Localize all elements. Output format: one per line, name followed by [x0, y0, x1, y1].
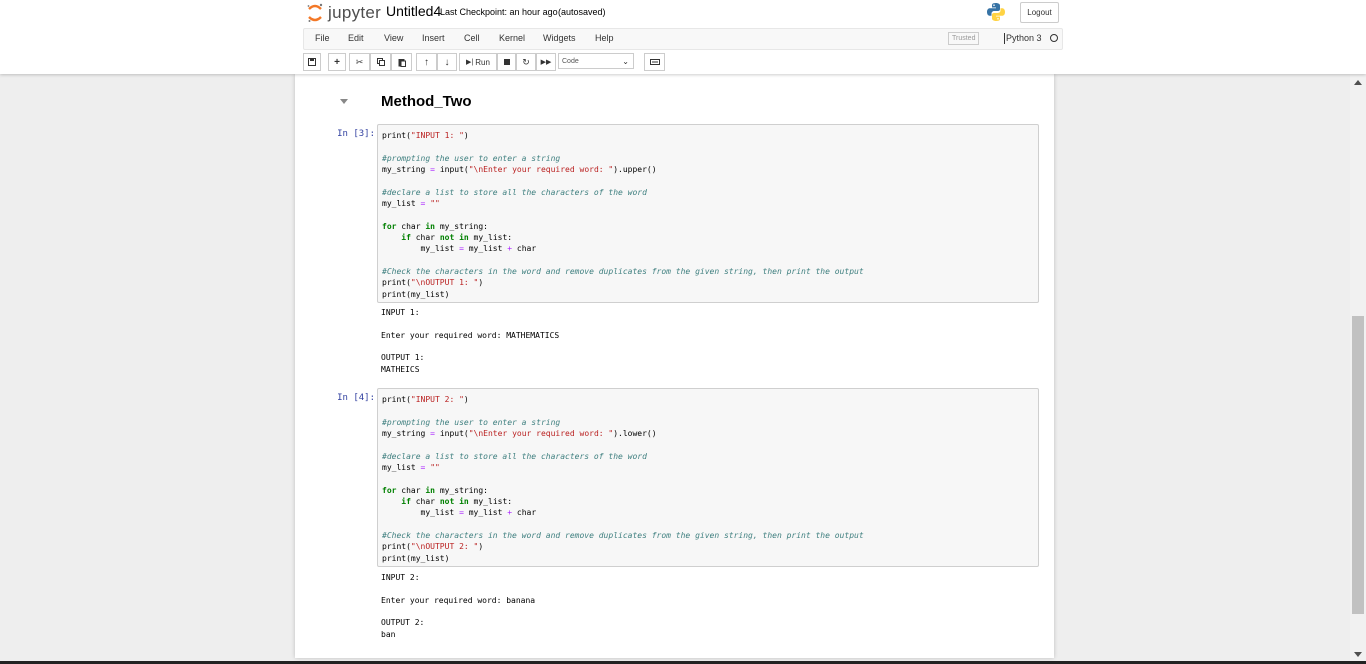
step-forward-icon: ▶| [466, 59, 474, 66]
scissors-icon: ✂ [355, 56, 364, 67]
code-editor[interactable]: print("INPUT 2: ") #prompting the user t… [377, 388, 1039, 567]
copy-icon [376, 58, 385, 66]
run-button[interactable]: ▶| Run [459, 53, 497, 71]
menu-cell[interactable]: Cell [464, 33, 480, 43]
header-container: jupyter Untitled4 Last Checkpoint: an ho… [303, 0, 1063, 28]
plus-icon: + [334, 56, 340, 68]
stop-icon [503, 59, 510, 65]
input-prompt: In [4]: [337, 393, 375, 403]
trusted-indicator[interactable]: Trusted [948, 32, 980, 45]
notebook-header: jupyter Untitled4 Last Checkpoint: an ho… [0, 0, 1366, 74]
menu-view[interactable]: View [384, 33, 403, 43]
cut-button[interactable]: ✂ [349, 53, 370, 71]
copy-button[interactable] [370, 53, 391, 71]
cell-output: INPUT 2: Enter your required word: banan… [381, 573, 536, 639]
logout-button[interactable]: Logout [1020, 2, 1059, 23]
code-editor[interactable]: print("INPUT 1: ") #prompting the user t… [377, 124, 1039, 303]
move-up-button[interactable]: ↑ [416, 53, 437, 71]
restart-icon: ↻ [522, 56, 530, 67]
menu-widgets[interactable]: Widgets [543, 33, 576, 43]
menu-kernel[interactable]: Kernel [499, 33, 525, 43]
keyboard-icon [649, 59, 660, 65]
menubar: File Edit View Insert Cell Kernel Widget… [303, 28, 1063, 50]
menu-help[interactable]: Help [595, 33, 614, 43]
kernel-idle-icon [1050, 34, 1058, 42]
kernel-name: Python 3 [1006, 33, 1042, 43]
run-all-button[interactable]: ▶▶ [536, 53, 556, 71]
command-palette-button[interactable] [644, 53, 665, 71]
code-source: print("INPUT 1: ") #prompting the user t… [382, 131, 864, 299]
autosave-status: (autosaved) [558, 7, 606, 17]
markdown-heading: Method_Two [381, 93, 472, 110]
cell-type-value: Code [562, 58, 579, 65]
notebook-container: Method_Two In [3]: print("INPUT 1: ") #p… [295, 74, 1054, 658]
save-icon [308, 58, 316, 66]
notebook-name[interactable]: Untitled4 [386, 3, 441, 19]
paste-button[interactable] [391, 53, 412, 71]
scroll-up-icon[interactable] [1354, 80, 1362, 85]
run-label: Run [475, 57, 490, 67]
restart-button[interactable]: ↻ [516, 53, 536, 71]
fast-forward-icon: ▶▶ [540, 59, 552, 66]
arrow-up-icon: ↑ [424, 56, 429, 68]
input-prompt: In [3]: [337, 129, 375, 139]
collapse-heading-icon[interactable] [340, 99, 348, 104]
code-source: print("INPUT 2: ") #prompting the user t… [382, 395, 864, 563]
move-down-button[interactable]: ↓ [437, 53, 457, 71]
chevron-down-icon: ⌄ [622, 57, 629, 66]
jupyter-logo-icon [307, 3, 323, 22]
checkpoint-status: Last Checkpoint: an hour ago [440, 7, 558, 17]
toolbar: + ✂ ↑ ↓ ▶| Run ↻ ▶▶ Code ⌄ [303, 53, 1063, 71]
arrow-down-icon: ↓ [444, 56, 450, 68]
menu-file[interactable]: File [315, 33, 330, 43]
cell-type-select[interactable]: Code ⌄ [558, 53, 634, 69]
menu-insert[interactable]: Insert [422, 33, 445, 43]
scrollbar-thumb[interactable] [1352, 316, 1364, 614]
jupyter-logo-text: jupyter [328, 3, 382, 22]
menu-edit[interactable]: Edit [348, 33, 364, 43]
insert-cell-button[interactable]: + [328, 53, 346, 71]
python-logo-icon [987, 3, 1005, 21]
jupyter-logo[interactable]: jupyter [306, 1, 381, 25]
save-button[interactable] [303, 53, 321, 71]
kernel-separator [1004, 33, 1005, 44]
notebook-scroll-area: Method_Two In [3]: print("INPUT 1: ") #p… [0, 74, 1366, 664]
interrupt-button[interactable] [497, 53, 516, 71]
scroll-down-icon[interactable] [1354, 652, 1362, 657]
vertical-scrollbar[interactable] [1350, 74, 1366, 664]
paste-icon [398, 58, 406, 67]
cell-output: INPUT 1: Enter your required word: MATHE… [381, 308, 560, 374]
